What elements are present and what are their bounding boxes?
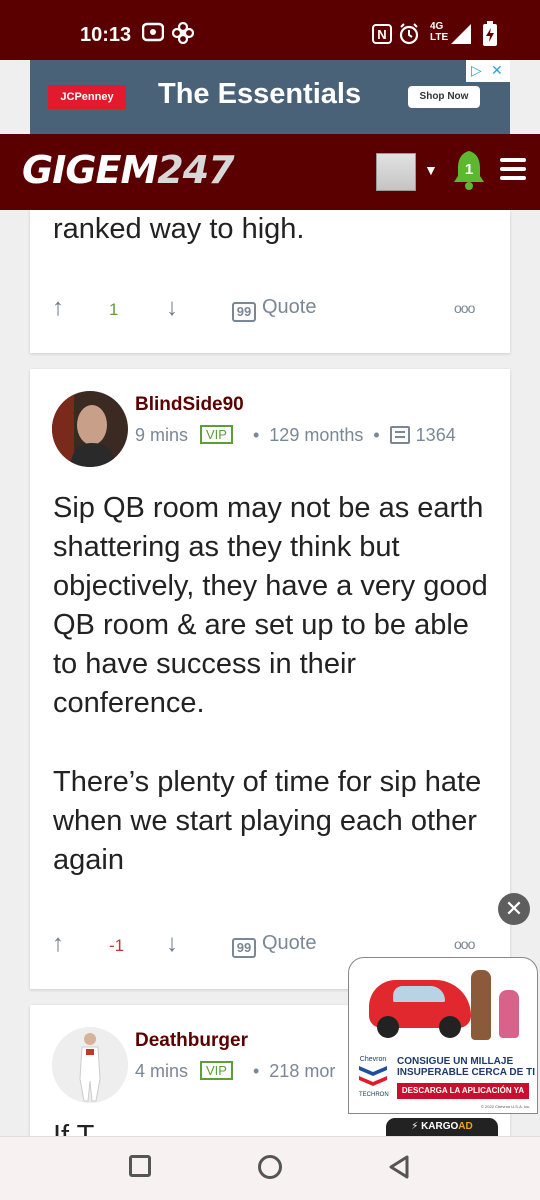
ad-choices-icon[interactable]: ▷ <box>471 62 482 79</box>
home-icon[interactable] <box>258 1155 282 1179</box>
network-type-bottom: LTE <box>430 32 449 43</box>
battery-charging-icon <box>482 21 498 53</box>
post-count: 1364 <box>415 425 456 445</box>
ad-cta-button[interactable]: DESCARGA LA APLICACIÓN YA <box>397 1083 529 1099</box>
svg-text:N: N <box>377 27 386 42</box>
post-text: ranked way to high. <box>53 213 305 245</box>
author-name[interactable]: BlindSide90 <box>135 394 244 416</box>
post-card: ranked way to high. ↑ 1 ↓ 99 Quote ooo <box>30 210 510 353</box>
screen-record-icon <box>141 22 165 48</box>
ad-car-wheel <box>377 1016 399 1038</box>
quote-label: Quote <box>262 296 317 318</box>
arrow-up-icon[interactable]: ↑ <box>52 294 64 322</box>
ad-brand-label: Chevron <box>359 1056 387 1063</box>
ad-car-window <box>393 986 445 1002</box>
network-type-top: 4G <box>430 21 444 32</box>
signal-icon <box>450 23 472 51</box>
author-avatar[interactable] <box>52 1027 128 1103</box>
notification-count: 1 <box>464 161 474 178</box>
ad-techron-label: TECHRON <box>359 1092 389 1098</box>
chevron-down-icon[interactable]: ▼ <box>424 162 438 178</box>
vip-badge: VIP <box>200 1061 233 1080</box>
ad-headline: The Essentials <box>158 78 362 110</box>
arrow-up-icon[interactable]: ↑ <box>52 930 64 958</box>
notifications-button[interactable]: 1 <box>452 150 486 190</box>
ad-headline: CONSIGUE UN MILLAJE INSUPERABLE CERCA DE… <box>397 1056 535 1078</box>
kargo-ad-label[interactable]: ⚡ KARGOAD <box>386 1118 498 1136</box>
post-meta: 9 mins VIP • 129 months • 1364 <box>135 425 456 445</box>
posts-icon <box>389 426 410 444</box>
post-meta: 4 mins VIP • 218 mor <box>135 1061 336 1081</box>
post-text: There’s plenty of time for sip hate when… <box>53 766 482 876</box>
floating-ad[interactable]: Chevron TECHRON CONSIGUE UN MILLAJE INSU… <box>348 957 538 1114</box>
member-tenure: 218 mor <box>269 1061 336 1081</box>
more-icon[interactable]: ooo <box>454 936 475 952</box>
hamburger-icon[interactable] <box>500 158 526 182</box>
ad-banner[interactable]: JCPenney The Essentials Shop Now ▷ ✕ <box>30 60 510 134</box>
system-nav-bar <box>0 1136 540 1200</box>
quote-label: Quote <box>262 932 317 954</box>
quote-icon: 99 <box>232 938 256 958</box>
logo-text: GIGEM <box>22 148 158 192</box>
recents-icon[interactable] <box>129 1155 151 1177</box>
chevron-logo-bottom <box>359 1076 387 1086</box>
back-icon[interactable] <box>388 1155 410 1179</box>
site-logo[interactable]: GIGEM247 <box>22 148 235 192</box>
clock: 10:13 <box>80 24 132 46</box>
ad-headline-line: CONSIGUE UN MILLAJE <box>397 1056 514 1067</box>
fan-icon <box>171 21 195 50</box>
ad-brand-logo: JCPenney <box>48 85 126 109</box>
post-text: Sip QB room may not be as earth shatteri… <box>53 492 488 719</box>
member-tenure: 129 months <box>269 425 364 445</box>
ad-shop-now-button[interactable]: Shop Now <box>408 86 480 108</box>
chevron-logo-top <box>359 1066 387 1076</box>
arrow-down-icon[interactable]: ↓ <box>166 294 178 322</box>
status-bar: 10:13 N 4G LTE <box>0 0 540 60</box>
ad-headline-line: INSUPERABLE CERCA DE TI <box>397 1067 535 1078</box>
ad-person-image <box>471 970 491 1040</box>
kargo-label: KARGO <box>421 1121 459 1132</box>
vip-badge: VIP <box>200 425 233 444</box>
post-time: 9 mins <box>135 425 189 445</box>
ad-legal-text: © 2022 Chevron U.S.A. Inc. <box>481 1104 531 1109</box>
post-actions: ↑ 1 ↓ 99 Quote ooo <box>30 290 510 330</box>
arrow-down-icon[interactable]: ↓ <box>166 930 178 958</box>
user-avatar[interactable] <box>376 153 416 191</box>
ad-choices[interactable]: ▷ ✕ <box>466 60 510 82</box>
author-avatar[interactable] <box>52 391 128 467</box>
alarm-icon <box>398 23 420 51</box>
post-card: BlindSide90 9 mins VIP • 129 months • 1364 Si… <box>30 369 510 989</box>
post-time: 4 mins <box>135 1061 189 1081</box>
author-name[interactable]: Deathburger <box>135 1030 248 1052</box>
vote-score: 1 <box>109 300 119 319</box>
more-icon[interactable]: ooo <box>454 300 475 316</box>
ad-close-icon[interactable]: ✕ <box>491 62 503 79</box>
quote-icon: 99 <box>232 302 256 322</box>
close-icon[interactable]: ✕ <box>498 893 530 925</box>
kargo-ad-suffix: AD <box>458 1121 473 1132</box>
logo-number: 247 <box>157 148 234 192</box>
nfc-icon: N <box>372 24 392 50</box>
ad-person-image <box>499 990 519 1038</box>
vote-score: -1 <box>109 936 125 955</box>
chevron-logo: Chevron <box>357 1056 389 1092</box>
quote-button[interactable]: 99 Quote <box>232 932 316 958</box>
ad-car-wheel <box>439 1016 461 1038</box>
quote-button[interactable]: 99 Quote <box>232 296 316 322</box>
network-type: 4G LTE <box>430 21 448 43</box>
